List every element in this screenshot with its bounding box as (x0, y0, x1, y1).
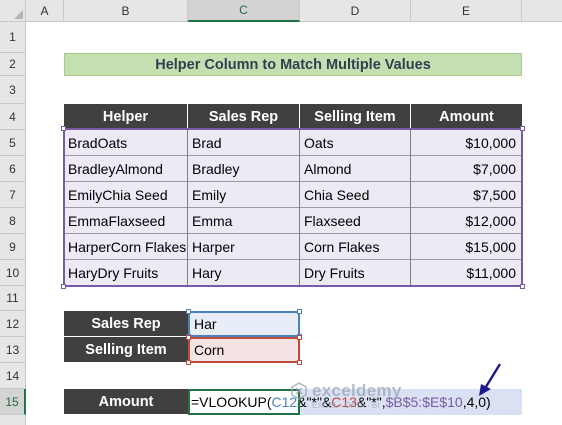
table-cell-selling-item[interactable]: Almond (300, 156, 411, 182)
formula-ref-range: $B$5:$E$10 (385, 394, 463, 410)
table-cell-amount[interactable]: $11,000 (411, 260, 522, 286)
row-header-7[interactable]: 7 (0, 182, 26, 208)
amount-label: Amount (64, 389, 188, 415)
table-header-helper[interactable]: Helper (64, 104, 188, 130)
range-handle-bottom-left[interactable] (61, 284, 66, 289)
selling-item-handle-top-left[interactable] (186, 335, 191, 340)
row-header-6[interactable]: 6 (0, 156, 26, 182)
row-header-3[interactable]: 3 (0, 76, 26, 104)
table-cell-selling-item[interactable]: Corn Flakes (300, 234, 411, 260)
selling-item-handle-bottom-left[interactable] (186, 360, 191, 365)
amount-formula-cell[interactable]: =VLOOKUP(C12 &"*"& C13 &"*", $B$5:$E$10,4,0) (188, 389, 522, 415)
table-cell-amount[interactable]: $15,000 (411, 234, 522, 260)
column-header-d[interactable]: D (300, 0, 411, 22)
column-header-e[interactable]: E (411, 0, 522, 22)
table-cell-selling-item[interactable]: Oats (300, 130, 411, 156)
row-header-12[interactable]: 12 (0, 311, 26, 337)
row-header-11[interactable]: 11 (0, 286, 26, 311)
row-header-16 (0, 415, 26, 425)
row-header-9[interactable]: 9 (0, 234, 26, 260)
column-header-blank (522, 0, 562, 22)
table-cell-selling-item[interactable]: Dry Fruits (300, 260, 411, 286)
row-header-14[interactable]: 14 (0, 363, 26, 389)
column-header-c[interactable]: C (188, 0, 300, 22)
range-handle-top-left[interactable] (61, 126, 66, 131)
column-header-b[interactable]: B (64, 0, 188, 22)
table-cell-helper[interactable]: EmilyChia Seed (64, 182, 188, 208)
table-cell-helper[interactable]: HaryDry Fruits (64, 260, 188, 286)
row-header-13[interactable]: 13 (0, 337, 26, 363)
selling-item-handle-top-right[interactable] (297, 335, 302, 340)
select-all-corner[interactable] (0, 0, 26, 22)
table-cell-amount[interactable]: $7,000 (411, 156, 522, 182)
table-cell-helper[interactable]: BradOats (64, 130, 188, 156)
row-header-1[interactable]: 1 (0, 22, 26, 53)
table-cell-sales-rep[interactable]: Hary (188, 260, 300, 286)
formula-prefix: =VLOOKUP( (191, 394, 272, 410)
formula-ref-c13: C13 (331, 394, 357, 410)
row-header-15[interactable]: 15 (0, 389, 26, 415)
table-header-sales-rep[interactable]: Sales Rep (188, 104, 300, 130)
range-handle-bottom-right[interactable] (520, 284, 525, 289)
selling-item-input[interactable]: Corn (188, 337, 300, 363)
table-cell-amount[interactable]: $12,000 (411, 208, 522, 234)
row-header-4[interactable]: 4 (0, 104, 26, 130)
table-cell-selling-item[interactable]: Chia Seed (300, 182, 411, 208)
row-header-8[interactable]: 8 (0, 208, 26, 234)
arrow-pointer-icon (479, 363, 502, 396)
sheet-title[interactable]: Helper Column to Match Multiple Values (64, 53, 522, 76)
selling-item-handle-bottom-right[interactable] (297, 360, 302, 365)
sales-rep-input[interactable]: Har (188, 311, 300, 337)
range-handle-top-right[interactable] (520, 126, 525, 131)
formula-ref-c12: C12 (271, 394, 298, 410)
sales-rep-handle-top-right[interactable] (297, 309, 302, 314)
column-header-a[interactable]: A (26, 0, 64, 22)
table-cell-helper[interactable]: BradleyAlmond (64, 156, 188, 182)
table-cell-amount[interactable]: $7,500 (411, 182, 522, 208)
table-cell-sales-rep[interactable]: Emily (188, 182, 300, 208)
formula-concat-1: &"*"& (297, 394, 332, 410)
table-cell-amount[interactable]: $10,000 (411, 130, 522, 156)
table-cell-sales-rep[interactable]: Harper (188, 234, 300, 260)
table-cell-helper[interactable]: EmmaFlaxseed (64, 208, 188, 234)
row-header-5[interactable]: 5 (0, 130, 26, 156)
table-cell-sales-rep[interactable]: Emma (188, 208, 300, 234)
select-all-triangle-icon (14, 10, 23, 19)
row-header-10[interactable]: 10 (0, 260, 26, 286)
table-cell-sales-rep[interactable]: Bradley (188, 156, 300, 182)
table-header-amount[interactable]: Amount (411, 104, 522, 130)
table-cell-sales-rep[interactable]: Brad (188, 130, 300, 156)
selling-item-label: Selling Item (64, 337, 188, 363)
table-cell-helper[interactable]: HarperCorn Flakes (64, 234, 188, 260)
formula-concat-2: &"*", (356, 394, 386, 410)
sales-rep-handle-top-left[interactable] (186, 309, 191, 314)
sales-rep-label: Sales Rep (64, 311, 188, 337)
row-header-2[interactable]: 2 (0, 53, 26, 76)
table-header-selling-item[interactable]: Selling Item (300, 104, 411, 130)
table-cell-selling-item[interactable]: Flaxseed (300, 208, 411, 234)
